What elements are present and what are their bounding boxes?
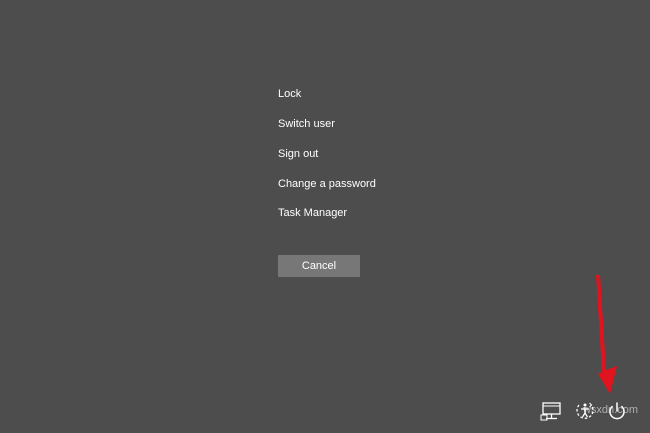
watermark-text: wsxdn.com <box>582 404 638 416</box>
annotation-arrow <box>596 275 617 394</box>
